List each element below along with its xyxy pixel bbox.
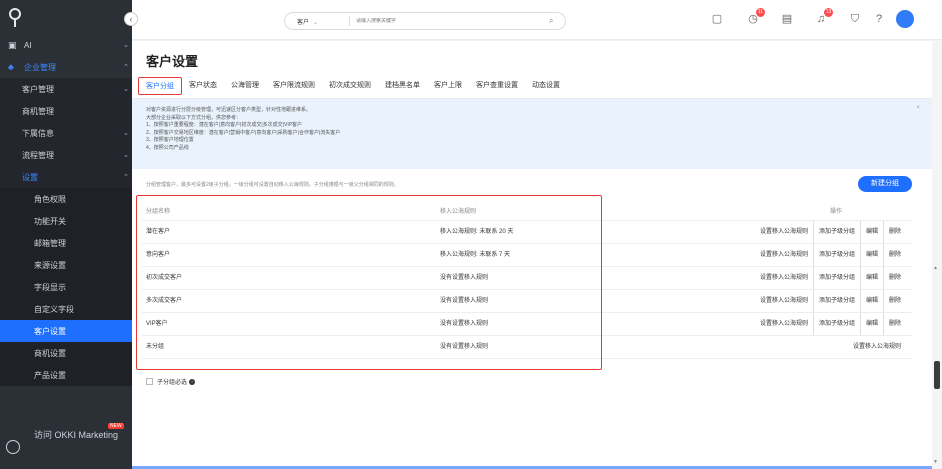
- new-badge: NEW: [108, 423, 124, 429]
- scrollbar[interactable]: ▲ ▼: [932, 41, 942, 469]
- tab-blacklist[interactable]: 建档黑名单: [378, 77, 427, 95]
- visit-okki-marketing-link[interactable]: 访问 OKKI Marketing: [34, 428, 118, 441]
- logo-icon: [9, 8, 21, 27]
- sidebar-item-enterprise[interactable]: ♣ 企业管理 ⌃: [0, 56, 132, 78]
- add-subgroup-link[interactable]: 添加子级分组: [812, 267, 860, 289]
- sidebar-item-ai[interactable]: ▣ AI ⌄: [0, 34, 132, 56]
- add-subgroup-link[interactable]: 添加子级分组: [812, 290, 860, 312]
- group-note: 分组管理客户，最多可设置2级子分组。一级分组可设置自动移入公海规则，子分组遵循与…: [146, 182, 399, 188]
- avatar[interactable]: [896, 10, 914, 28]
- delete-link[interactable]: 删除: [882, 244, 906, 266]
- add-subgroup-link[interactable]: 添加子级分组: [812, 221, 860, 243]
- chevron-down-icon: ⌄: [123, 152, 129, 159]
- subgroup-required-checkbox[interactable]: [146, 378, 153, 385]
- table-row: 意向客户 移入公海规则: 未联系 7 天 设置移入公海规则 添加子级分组 编辑 …: [142, 244, 912, 267]
- table-row: 多次成交客户 没有设置移入规则 设置移入公海规则 添加子级分组 编辑 删除: [142, 290, 912, 313]
- sidebar-item-mailbox[interactable]: 邮箱管理: [0, 232, 132, 254]
- set-pool-rule-link[interactable]: 设置移入公海规则: [755, 221, 813, 243]
- tab-duplicate-check[interactable]: 客户查重设置: [469, 77, 525, 95]
- chevron-down-icon: ⌄: [313, 19, 319, 26]
- delete-link[interactable]: 删除: [882, 290, 906, 312]
- chevron-up-icon: ⌃: [123, 64, 129, 71]
- edit-link[interactable]: 编辑: [859, 221, 883, 243]
- tab-activity-settings[interactable]: 动态设置: [525, 77, 567, 95]
- sidebar-item-field-display[interactable]: 字段显示: [0, 276, 132, 298]
- search-scope-select[interactable]: 客户 ⌄: [285, 17, 343, 26]
- bell-icon[interactable]: ♫ 13: [814, 8, 833, 26]
- edit-link[interactable]: 编辑: [859, 244, 883, 266]
- chevron-down-icon: ⌄: [123, 42, 129, 49]
- settings-tabs: 客户分组 客户状态 公海管理 客户限流规则 初次成交规则 建档黑名单 客户上限 …: [138, 77, 567, 95]
- bell-badge: 13: [824, 8, 833, 17]
- scroll-down-icon[interactable]: ▼: [933, 459, 938, 465]
- sidebar-item-roles[interactable]: 角色权限: [0, 188, 132, 210]
- topbar: 客户⌄ ⌕ ▢ ◷11 ▤ ♫13 ⛉ ?: [132, 0, 942, 40]
- chevron-down-icon: ⌄: [123, 86, 129, 93]
- sidebar-item-settings[interactable]: 设置 ⌃: [0, 166, 132, 188]
- sidebar-item-opportunity-settings[interactable]: 商机设置: [0, 342, 132, 364]
- tab-first-deal-rules[interactable]: 初次成交规则: [322, 77, 378, 95]
- sidebar: ‹ ▣ AI ⌄ ♣ 企业管理 ⌃ 客户管理 ⌄ 商机管理 下属信息 ⌄ 流程管…: [0, 0, 138, 469]
- set-pool-rule-link[interactable]: 设置移入公海规则: [755, 267, 813, 289]
- table-row: 潜在客户 移入公海规则: 未联系 20 天 设置移入公海规则 添加子级分组 编辑…: [142, 221, 912, 244]
- info-banner: 对客户资源进行分层分级管理，可迅速区分客户类型，针对性地跟进维系。 大部分企业采…: [132, 99, 932, 169]
- enterprise-icon: ♣: [8, 62, 14, 72]
- close-icon[interactable]: ×: [916, 105, 920, 113]
- sidebar-item-opportunity-mgmt[interactable]: 商机管理: [0, 100, 132, 122]
- tab-customer-group[interactable]: 客户分组: [138, 77, 182, 95]
- set-pool-rule-link[interactable]: 设置移入公海规则: [848, 336, 906, 358]
- set-pool-rule-link[interactable]: 设置移入公海规则: [755, 244, 813, 266]
- ai-icon: ▣: [8, 39, 17, 50]
- sidebar-item-product-settings[interactable]: 产品设置: [0, 364, 132, 386]
- search-input[interactable]: [356, 18, 549, 24]
- tab-public-pool[interactable]: 公海管理: [224, 77, 266, 95]
- info-icon[interactable]: !: [189, 378, 196, 385]
- search-icon[interactable]: ⌕: [549, 16, 565, 26]
- delete-link[interactable]: 删除: [882, 313, 906, 335]
- sidebar-item-subordinates[interactable]: 下属信息 ⌄: [0, 122, 132, 144]
- add-subgroup-link[interactable]: 添加子级分组: [812, 244, 860, 266]
- group-table: 分组名称 移入公海规则 操作 潜在客户 移入公海规则: 未联系 20 天 设置移…: [142, 201, 912, 359]
- scroll-thumb[interactable]: [934, 361, 940, 389]
- sidebar-item-customer-settings[interactable]: 客户设置: [0, 320, 132, 342]
- sidebar-item-process-mgmt[interactable]: 流程管理 ⌄: [0, 144, 132, 166]
- table-header: 分组名称 移入公海规则 操作: [142, 201, 912, 221]
- table-row: VIP客户 没有设置移入规则 设置移入公海规则 添加子级分组 编辑 删除: [142, 313, 912, 336]
- clock-badge: 11: [756, 8, 765, 17]
- clock-icon[interactable]: ◷ 11: [746, 8, 765, 26]
- tab-limit-rules[interactable]: 客户限流规则: [266, 77, 322, 95]
- edit-link[interactable]: 编辑: [859, 267, 883, 289]
- tab-customer-status[interactable]: 客户状态: [182, 77, 224, 95]
- new-group-button[interactable]: 新建分组: [858, 176, 912, 192]
- add-subgroup-link[interactable]: 添加子级分组: [812, 313, 860, 335]
- question-icon[interactable]: ?: [872, 12, 886, 26]
- chevron-down-icon: ⌄: [123, 130, 129, 137]
- layout-icon[interactable]: ▢: [710, 12, 724, 26]
- calendar-icon[interactable]: ▤: [780, 12, 794, 26]
- delete-link[interactable]: 删除: [882, 221, 906, 243]
- table-row: 未分组 没有设置移入规则 设置移入公海规则: [142, 336, 912, 359]
- subgroup-required-option[interactable]: 子分组必选 !: [146, 377, 196, 386]
- main-content: 客户设置 客户分组 客户状态 公海管理 客户限流规则 初次成交规则 建档黑名单 …: [132, 41, 932, 469]
- set-pool-rule-link[interactable]: 设置移入公海规则: [755, 290, 813, 312]
- scroll-up-icon[interactable]: ▲: [933, 265, 938, 271]
- edit-link[interactable]: 编辑: [859, 290, 883, 312]
- table-row: 初次成交客户 没有设置移入规则 设置移入公海规则 添加子级分组 编辑 删除: [142, 267, 912, 290]
- sidebar-item-custom-fields[interactable]: 自定义字段: [0, 298, 132, 320]
- help-circle-icon[interactable]: [6, 440, 20, 454]
- tab-customer-limit[interactable]: 客户上限: [427, 77, 469, 95]
- set-pool-rule-link[interactable]: 设置移入公海规则: [755, 313, 813, 335]
- page-title: 客户设置: [146, 54, 199, 69]
- edit-link[interactable]: 编辑: [859, 313, 883, 335]
- sidebar-item-feature-switch[interactable]: 功能开关: [0, 210, 132, 232]
- delete-link[interactable]: 删除: [882, 267, 906, 289]
- sidebar-item-source[interactable]: 来源设置: [0, 254, 132, 276]
- global-search: 客户⌄ ⌕: [284, 12, 566, 30]
- collapse-sidebar-icon[interactable]: ‹: [124, 12, 138, 26]
- shield-check-icon[interactable]: ⛉: [848, 12, 862, 26]
- sidebar-item-customer-mgmt[interactable]: 客户管理 ⌄: [0, 78, 132, 100]
- chevron-up-icon: ⌃: [123, 174, 129, 181]
